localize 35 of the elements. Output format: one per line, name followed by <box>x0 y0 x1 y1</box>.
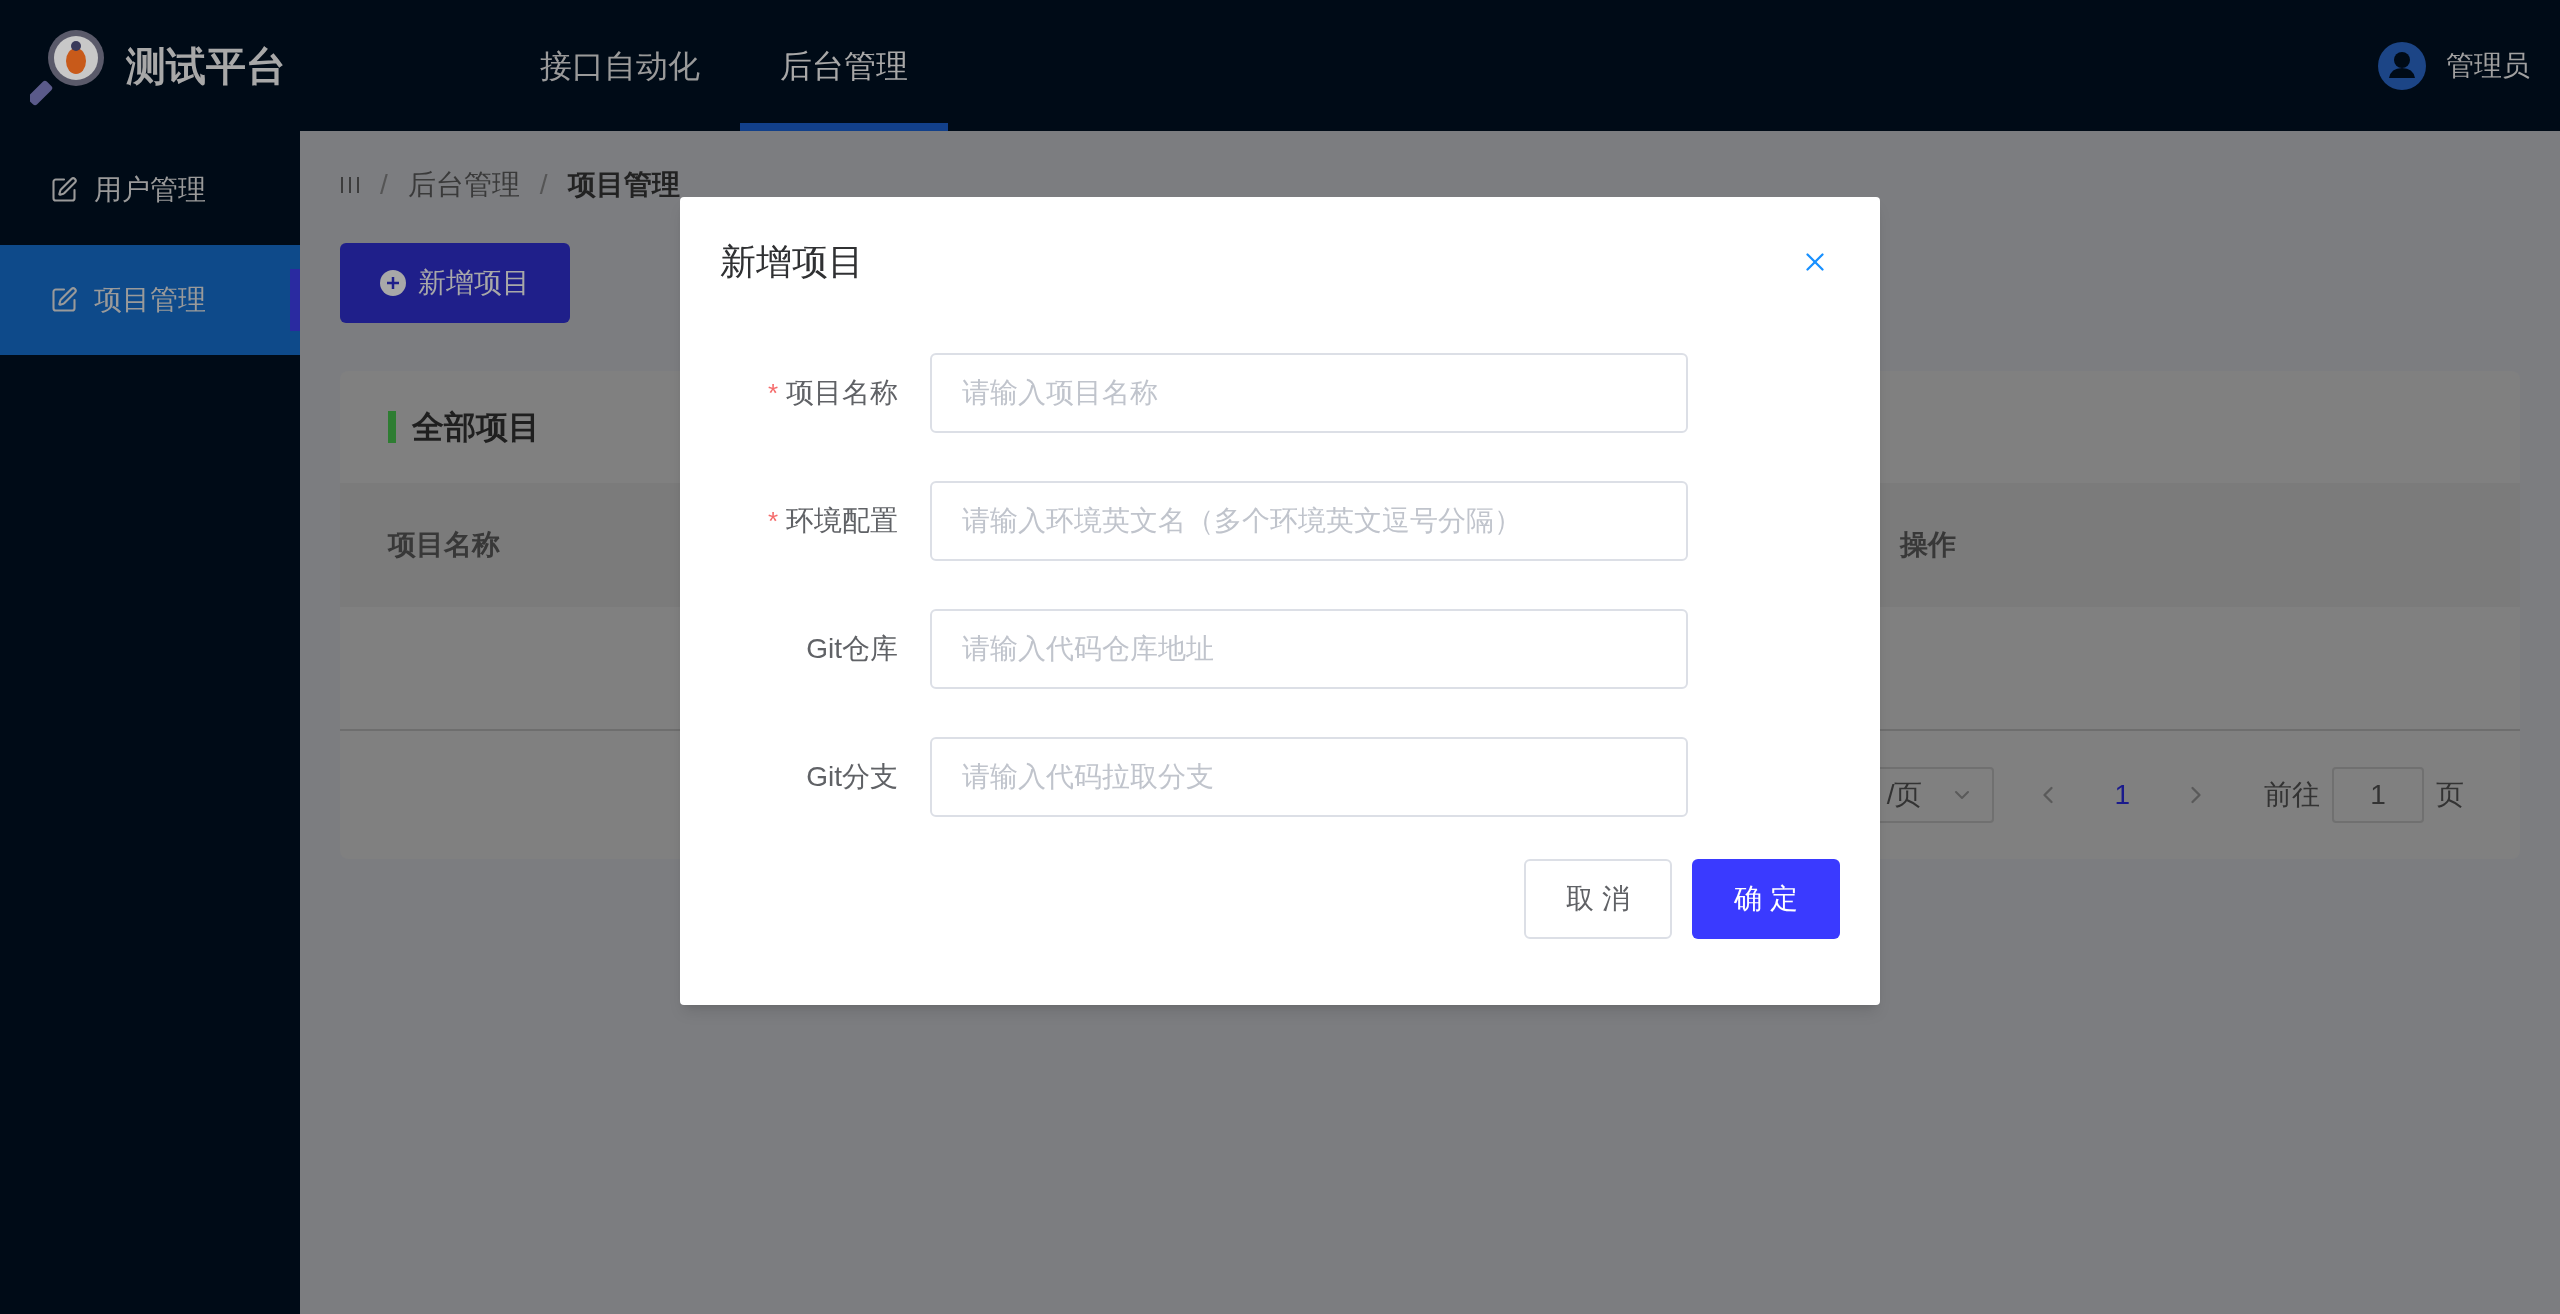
plus-circle-icon <box>380 270 406 296</box>
edit-icon <box>50 286 78 314</box>
collapse-menu-icon[interactable] <box>340 176 360 194</box>
field-label: * 环境配置 <box>767 504 898 538</box>
column-header: 操作 <box>1900 528 1956 562</box>
goto-label: 前往 <box>2264 778 2320 812</box>
user-name[interactable]: 管理员 <box>2446 44 2530 87</box>
breadcrumb-item: 项目管理 <box>567 168 680 202</box>
card-title: 全部项目 <box>412 408 540 447</box>
text-input-field[interactable]: 请输入项目名称 <box>930 353 1688 433</box>
nav-tab[interactable]: 后台管理 <box>740 0 948 131</box>
column-header: 项目名称 <box>388 528 501 562</box>
confirm-button[interactable]: 确 定 <box>1692 859 1840 939</box>
goto-page-input[interactable]: 1 <box>2332 767 2424 823</box>
user-avatar-icon <box>2378 41 2426 90</box>
active-indicator <box>290 269 300 331</box>
field-label: * 项目名称 <box>767 376 898 410</box>
cancel-button[interactable]: 取 消 <box>1524 859 1672 939</box>
breadcrumb-separator: / <box>380 168 388 202</box>
field-label: Git分支 <box>806 760 898 794</box>
sidebar-item[interactable]: 项目管理 <box>0 245 300 355</box>
edit-icon <box>50 176 78 204</box>
app-title: 测试平台 <box>126 42 286 90</box>
breadcrumb-separator: / <box>539 168 548 202</box>
text-input-field[interactable]: 请输入代码拉取分支 <box>930 737 1688 817</box>
title-accent-bar <box>388 411 396 443</box>
sidebar-item[interactable]: 用户管理 <box>0 135 300 245</box>
page-number[interactable]: 1 <box>2086 774 2158 816</box>
dialog-title: 新增项目 <box>720 240 864 284</box>
page-label: 页 <box>2436 778 2464 812</box>
field-label: Git仓库 <box>806 632 898 666</box>
text-input-field[interactable]: 请输入代码仓库地址 <box>930 609 1688 689</box>
nav-tab[interactable]: 接口自动化 <box>500 0 740 131</box>
new-project-button[interactable]: 新增项目 <box>340 243 570 323</box>
text-input-field[interactable]: 请输入环境英文名（多个环境英文逗号分隔） <box>930 481 1688 561</box>
